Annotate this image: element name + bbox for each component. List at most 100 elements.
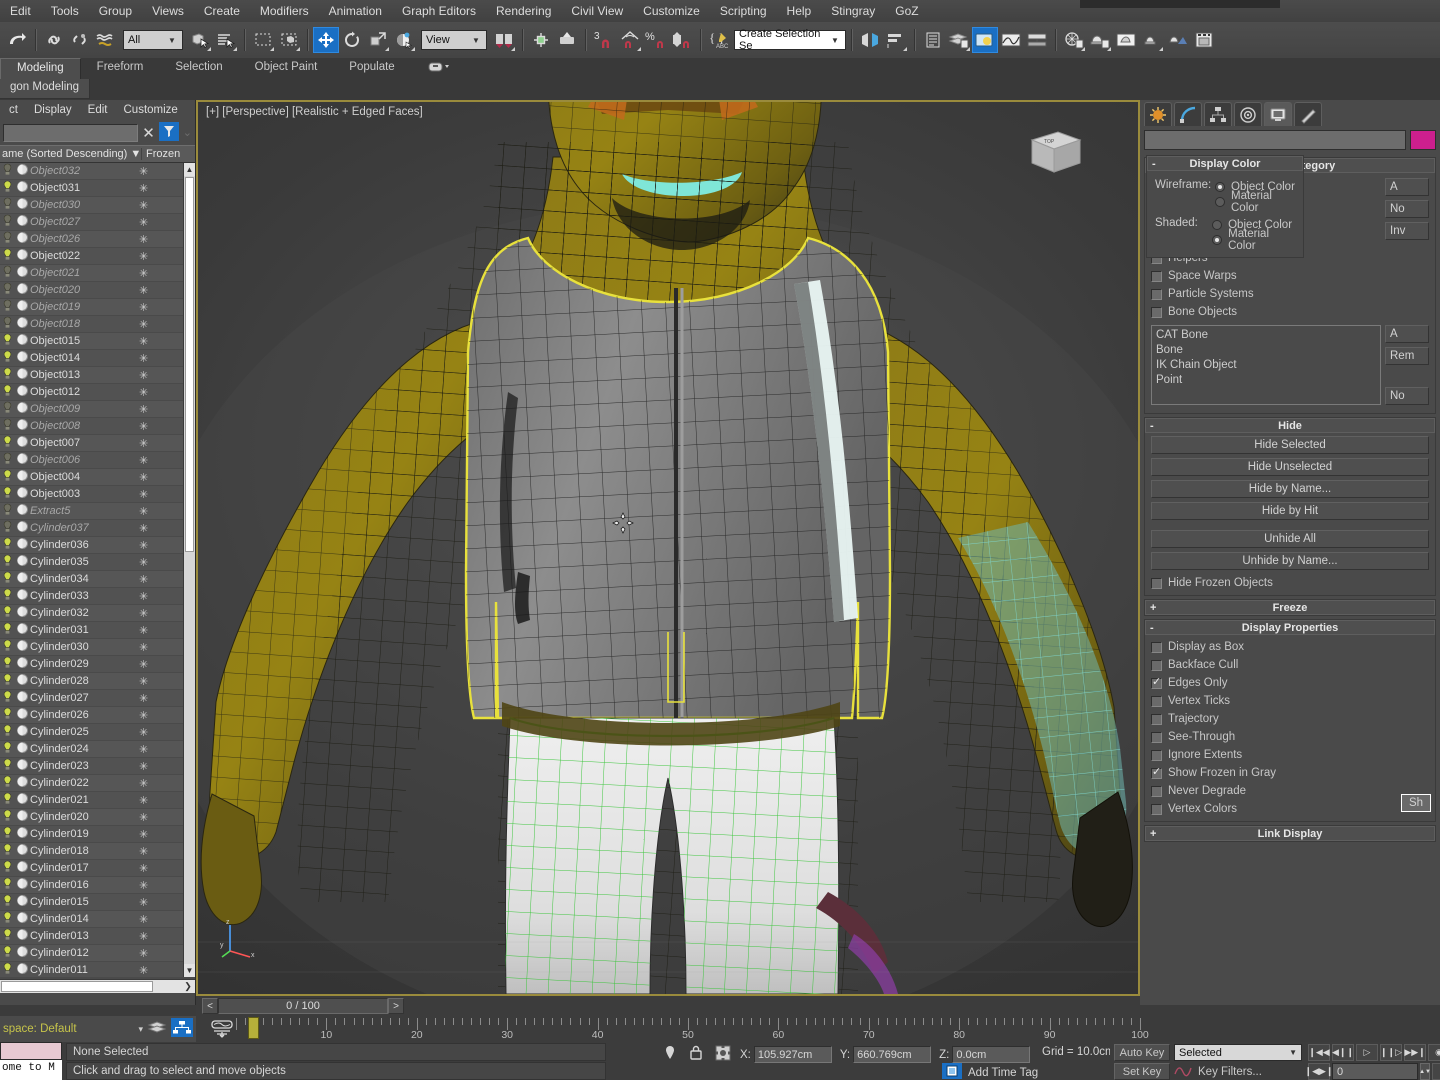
- visibility-bulb-icon[interactable]: [0, 401, 14, 417]
- display-as-box-checkbox[interactable]: Display as Box: [1151, 638, 1429, 656]
- frozen-snowflake-icon[interactable]: ✳: [129, 658, 183, 671]
- display-tab-icon[interactable]: [1264, 102, 1292, 126]
- frozen-snowflake-icon[interactable]: ✳: [129, 233, 183, 246]
- curve-editor-icon[interactable]: [998, 27, 1024, 53]
- redo-icon[interactable]: [4, 27, 30, 53]
- current-frame-field[interactable]: 0: [1332, 1063, 1418, 1080]
- list-item[interactable]: Point: [1156, 373, 1376, 388]
- x-coord-field[interactable]: 105.927cm: [753, 1046, 832, 1063]
- visibility-bulb-icon[interactable]: [0, 163, 14, 179]
- frozen-snowflake-icon[interactable]: ✳: [129, 862, 183, 875]
- maxscript-listener-white[interactable]: ome to M: [0, 1060, 62, 1080]
- explorer-menu-display[interactable]: Display: [27, 102, 79, 118]
- list-none-button[interactable]: No: [1385, 387, 1429, 405]
- scene-explorer-row[interactable]: Object013 ✳: [0, 367, 183, 384]
- menu-item-create[interactable]: Create: [194, 2, 250, 20]
- frozen-snowflake-icon[interactable]: ✳: [129, 420, 183, 433]
- display-color-header[interactable]: - Display Color: [1147, 156, 1303, 171]
- selection-filter-combo[interactable]: All ▼: [123, 30, 183, 50]
- visibility-bulb-icon[interactable]: [0, 673, 14, 689]
- scene-explorer-row[interactable]: Cylinder020 ✳: [0, 809, 183, 826]
- visibility-bulb-icon[interactable]: [0, 690, 14, 706]
- add-time-tag-label[interactable]: Add Time Tag: [968, 1067, 1038, 1079]
- hide-category-bone-objects[interactable]: Bone Objects: [1151, 303, 1381, 321]
- pin-stack-icon[interactable]: [662, 1044, 678, 1065]
- frozen-snowflake-icon[interactable]: ✳: [129, 624, 183, 637]
- scene-explorer-row[interactable]: Cylinder013 ✳: [0, 928, 183, 945]
- frozen-snowflake-icon[interactable]: ✳: [129, 709, 183, 722]
- scene-explorer-row[interactable]: Object026 ✳: [0, 231, 183, 248]
- scroll-thumb[interactable]: [185, 177, 194, 552]
- visibility-bulb-icon[interactable]: [0, 928, 14, 944]
- frozen-snowflake-icon[interactable]: ✳: [129, 947, 183, 960]
- scene-explorer-row[interactable]: Extract5 ✳: [0, 503, 183, 520]
- scroll-down-icon[interactable]: ▼: [184, 964, 195, 977]
- use-pivot-point-center-icon[interactable]: [491, 27, 517, 53]
- go-to-start-button[interactable]: ❙◀◀: [1308, 1044, 1330, 1061]
- visibility-bulb-icon[interactable]: [0, 554, 14, 570]
- backface-cull-checkbox[interactable]: Backface Cull: [1151, 656, 1429, 674]
- scene-explorer-row[interactable]: Object009 ✳: [0, 401, 183, 418]
- display-properties-header[interactable]: - Display Properties: [1145, 620, 1435, 635]
- collapse-icon[interactable]: -: [1150, 420, 1154, 432]
- perspective-viewport[interactable]: [+] [Perspective] [Realistic + Edged Fac…: [198, 102, 1138, 994]
- visibility-bulb-icon[interactable]: [0, 877, 14, 893]
- clear-find-icon[interactable]: ✕: [142, 124, 155, 142]
- scene-explorer-find-input[interactable]: [3, 123, 139, 142]
- zoom-extents-all-button[interactable]: ⊞: [1432, 1063, 1440, 1080]
- explorer-menu-select[interactable]: ct: [2, 102, 25, 118]
- scene-explorer-row[interactable]: Cylinder030 ✳: [0, 639, 183, 656]
- visibility-bulb-icon[interactable]: [0, 792, 14, 808]
- menu-item-customize[interactable]: Customize: [633, 2, 710, 20]
- scene-explorer-row[interactable]: Object014 ✳: [0, 350, 183, 367]
- visibility-bulb-icon[interactable]: [0, 486, 14, 502]
- select-and-rotate-icon[interactable]: [339, 27, 365, 53]
- visibility-bulb-icon[interactable]: [0, 214, 14, 230]
- scene-explorer-row[interactable]: Object027 ✳: [0, 214, 183, 231]
- frozen-snowflake-icon[interactable]: ✳: [129, 199, 183, 212]
- visibility-bulb-icon[interactable]: [0, 316, 14, 332]
- workspace-label[interactable]: space: Default: [3, 1023, 77, 1035]
- object-name-input[interactable]: [1144, 130, 1406, 150]
- frozen-snowflake-icon[interactable]: ✳: [129, 879, 183, 892]
- scene-explorer-row[interactable]: Object019 ✳: [0, 299, 183, 316]
- visibility-bulb-icon[interactable]: [0, 469, 14, 485]
- visibility-bulb-icon[interactable]: [0, 809, 14, 825]
- frozen-snowflake-icon[interactable]: ✳: [129, 811, 183, 824]
- visibility-bulb-icon[interactable]: [0, 435, 14, 451]
- frozen-snowflake-icon[interactable]: ✳: [129, 403, 183, 416]
- scene-explorer-row[interactable]: Object031 ✳: [0, 180, 183, 197]
- rectangular-selection-region-icon[interactable]: [250, 27, 276, 53]
- ribbon-tab-object-paint[interactable]: Object Paint: [239, 58, 334, 79]
- scene-explorer-row[interactable]: Cylinder026 ✳: [0, 707, 183, 724]
- scene-explorer-row[interactable]: Cylinder017 ✳: [0, 860, 183, 877]
- play-animation-button[interactable]: ▷: [1356, 1044, 1378, 1061]
- frozen-snowflake-icon[interactable]: ✳: [129, 522, 183, 535]
- frozen-snowflake-icon[interactable]: ✳: [129, 369, 183, 382]
- hide-by-hit-button[interactable]: Hide by Hit: [1151, 502, 1429, 520]
- hide-category-particle-systems[interactable]: Particle Systems: [1151, 285, 1381, 303]
- visibility-bulb-icon[interactable]: [0, 282, 14, 298]
- ribbon-subtab-polygon-modeling[interactable]: gon Modeling: [0, 79, 91, 99]
- visibility-bulb-icon[interactable]: [0, 826, 14, 842]
- compact-material-editor-icon[interactable]: [972, 27, 998, 53]
- menu-item-help[interactable]: Help: [777, 2, 822, 20]
- scene-explorer-row[interactable]: Cylinder018 ✳: [0, 843, 183, 860]
- menu-item-group[interactable]: Group: [89, 2, 142, 20]
- edges-only-checkbox[interactable]: Edges Only: [1151, 674, 1429, 692]
- scene-explorer-toggle-icon[interactable]: [171, 1018, 193, 1040]
- scene-explorer-row[interactable]: Object012 ✳: [0, 384, 183, 401]
- render-frame-icon[interactable]: [1191, 27, 1217, 53]
- time-slider-prev-button[interactable]: <: [202, 998, 218, 1014]
- scene-explorer-list[interactable]: Object032 ✳ Object031 ✳ Object030 ✳ Object027 ✳…: [0, 163, 183, 977]
- filter-extra-icon[interactable]: ⌄: [183, 126, 192, 139]
- frozen-snowflake-icon[interactable]: ✳: [129, 267, 183, 280]
- reference-coordinate-system-combo[interactable]: View ▼: [421, 30, 487, 50]
- frozen-snowflake-icon[interactable]: ✳: [129, 675, 183, 688]
- column-header-frozen[interactable]: Frozen: [141, 148, 195, 160]
- visibility-bulb-icon[interactable]: [0, 197, 14, 213]
- unhide-by-name-button[interactable]: Unhide by Name...: [1151, 552, 1429, 570]
- visibility-bulb-icon[interactable]: [0, 537, 14, 553]
- ribbon-minimize-icon[interactable]: [411, 58, 465, 79]
- visibility-bulb-icon[interactable]: [0, 741, 14, 757]
